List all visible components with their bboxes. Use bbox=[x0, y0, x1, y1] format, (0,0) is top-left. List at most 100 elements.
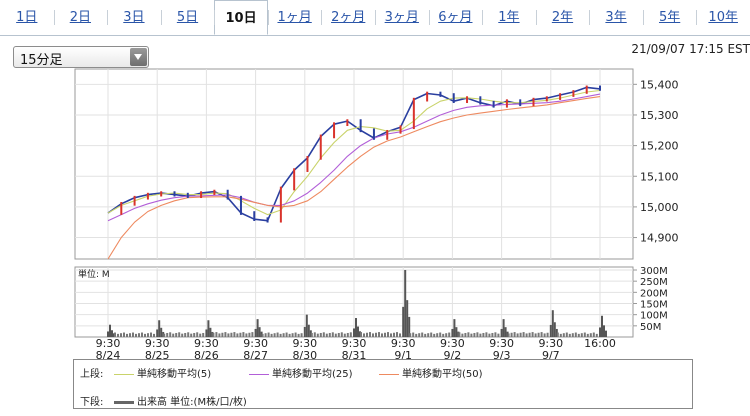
volume-bar bbox=[580, 333, 583, 337]
volume-spike-bar bbox=[258, 327, 261, 337]
volume-bar bbox=[190, 333, 193, 337]
volume-axis: 300M250M200M150M100M50M bbox=[633, 266, 668, 333]
volume-bar bbox=[375, 332, 377, 337]
volume-spike-bar bbox=[353, 328, 355, 337]
legend-swatch-sma50 bbox=[379, 373, 399, 375]
volume-bar bbox=[470, 333, 473, 337]
volume-bar bbox=[328, 332, 331, 337]
volume-bar bbox=[285, 332, 288, 337]
volume-bar bbox=[181, 333, 184, 337]
volume-bar bbox=[129, 333, 131, 337]
volume-bar bbox=[276, 332, 279, 337]
volume-spike-bar bbox=[357, 326, 359, 337]
volume-bar bbox=[571, 333, 574, 337]
volume-bar bbox=[322, 332, 325, 337]
volume-bar bbox=[372, 333, 374, 337]
volume-bar bbox=[279, 333, 282, 337]
volume-spike-bar bbox=[158, 320, 161, 337]
volume-bar bbox=[230, 332, 233, 337]
volume-bar bbox=[528, 332, 531, 337]
volume-spike-bar bbox=[601, 315, 603, 337]
legend-item-sma5: 単純移動平均(5) bbox=[114, 365, 211, 380]
legend-item-volume: 出来高 単位:(M株/口/枚) bbox=[114, 393, 247, 408]
volume-bar bbox=[479, 333, 482, 337]
volume-bar bbox=[123, 332, 125, 337]
volume-spike-bar bbox=[254, 328, 257, 337]
volume-tick-label: 150M bbox=[640, 300, 668, 311]
price-tick-label: 14,900 bbox=[640, 232, 679, 245]
volume-bar bbox=[378, 332, 380, 337]
volume-bar bbox=[141, 332, 143, 337]
price-axis: 15,400 15,300 15,200 15,100 15,000 14,900 bbox=[633, 78, 679, 245]
volume-bar bbox=[482, 332, 485, 337]
legend-label-sma25: 単純移動平均(25) bbox=[272, 369, 353, 380]
volume-bar bbox=[233, 332, 236, 337]
legend-label-sma50: 単純移動平均(50) bbox=[402, 369, 483, 380]
volume-spike-bar bbox=[305, 314, 308, 337]
volume-spike-bar bbox=[599, 327, 601, 337]
volume-bar bbox=[387, 332, 389, 337]
volume-bar bbox=[430, 332, 433, 337]
volume-spike-bar bbox=[303, 326, 306, 337]
volume-spike-bar bbox=[404, 270, 407, 337]
legend-upper-label: 上段: bbox=[80, 369, 104, 380]
volume-spike-bar bbox=[500, 328, 503, 337]
volume-bar bbox=[178, 332, 181, 337]
price-tick-label: 15,300 bbox=[640, 109, 679, 122]
price-volume-chart: 15,400 15,300 15,200 15,100 15,000 14,900 300… bbox=[74, 68, 679, 360]
legend-item-sma25: 単純移動平均(25) bbox=[249, 365, 353, 380]
price-tick-label: 15,100 bbox=[640, 170, 679, 183]
price-tick-label: 15,200 bbox=[640, 140, 679, 153]
x-tick-time: 16:00 bbox=[584, 337, 616, 350]
volume-spike-bar bbox=[455, 327, 458, 337]
volume-spike-bar bbox=[256, 319, 259, 337]
legend-label-volume: 出来高 単位:(M株/口/枚) bbox=[137, 397, 247, 408]
time-axis: 9:308/249:308/259:308/269:308/279:308/30… bbox=[96, 337, 616, 360]
volume-bar bbox=[525, 333, 528, 337]
volume-bar bbox=[138, 333, 140, 337]
volume-bar bbox=[224, 332, 227, 337]
volume-spike-bar bbox=[549, 324, 552, 337]
volume-bar bbox=[485, 332, 488, 337]
volume-unit-label: 単位: M bbox=[78, 268, 110, 280]
volume-bar bbox=[288, 333, 291, 337]
volume-spike-bar bbox=[205, 329, 208, 337]
volume-bar bbox=[132, 332, 134, 337]
volume-bar bbox=[126, 333, 128, 337]
volume-bar bbox=[436, 333, 439, 337]
volume-bar bbox=[534, 333, 537, 337]
volume-tick-label: 200M bbox=[640, 288, 668, 299]
legend-swatch-sma25 bbox=[249, 373, 269, 375]
legend: 上段: 単純移動平均(5) 単純移動平均(25) 単純移動平均(50) 下段: … bbox=[73, 359, 693, 409]
volume-bar bbox=[270, 333, 273, 337]
volume-bar bbox=[568, 333, 571, 337]
volume-spike-bar bbox=[209, 327, 212, 337]
volume-bar bbox=[227, 333, 230, 337]
volume-tick-label: 100M bbox=[640, 311, 668, 322]
legend-swatch-volume bbox=[114, 400, 134, 404]
volume-bar bbox=[381, 333, 383, 337]
volume-bar bbox=[172, 333, 175, 337]
volume-bar bbox=[427, 333, 430, 337]
volume-bar bbox=[577, 333, 580, 337]
volume-bar bbox=[282, 333, 285, 337]
volume-bar bbox=[135, 333, 137, 337]
volume-tick-label: 50M bbox=[640, 322, 661, 333]
volume-bar bbox=[337, 332, 340, 337]
volume-spike-bar bbox=[551, 310, 554, 337]
volume-bar bbox=[531, 332, 534, 337]
volume-bar bbox=[384, 332, 386, 337]
volume-bar bbox=[187, 332, 190, 337]
volume-bar bbox=[418, 333, 421, 337]
volume-spike-bar bbox=[502, 319, 505, 337]
legend-item-sma50: 単純移動平均(50) bbox=[379, 365, 483, 380]
volume-spike-bar bbox=[109, 324, 111, 337]
volume-spike-bar bbox=[207, 320, 210, 337]
volume-bar bbox=[476, 332, 479, 337]
volume-spike-bar bbox=[307, 324, 310, 337]
volume-bar bbox=[175, 332, 178, 337]
volume-bar bbox=[565, 332, 568, 337]
volume-bar bbox=[221, 332, 224, 337]
volume-bar bbox=[369, 332, 371, 337]
volume-tick-label: 300M bbox=[640, 266, 668, 277]
